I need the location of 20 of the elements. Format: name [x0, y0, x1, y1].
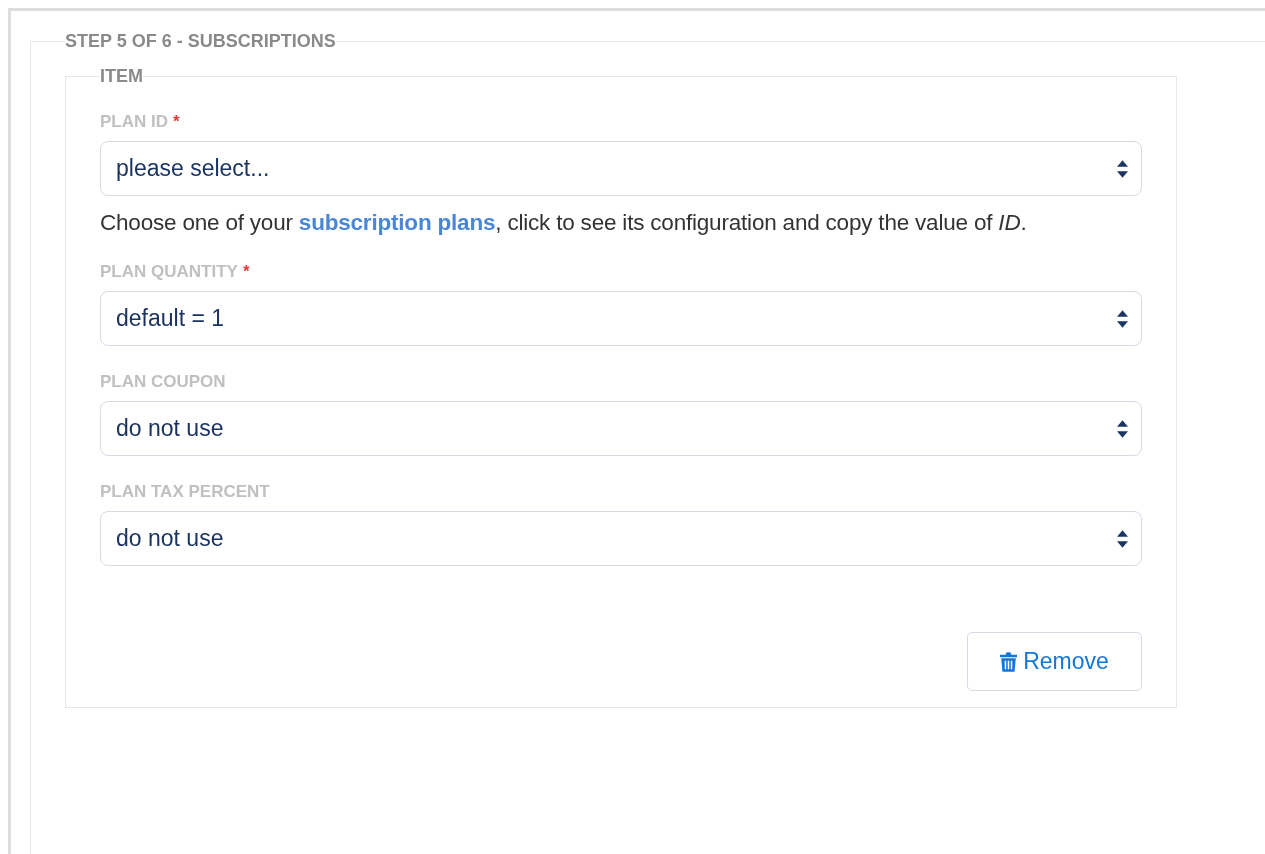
sort-caret-icon — [1117, 528, 1128, 549]
step-title: STEP 5 OF 6 - SUBSCRIPTIONS — [65, 31, 336, 52]
sort-caret-icon — [1117, 418, 1128, 439]
remove-button[interactable]: Remove — [967, 632, 1142, 691]
field-label: PLAN ID — [100, 112, 168, 132]
item-title: ITEM — [100, 66, 143, 87]
select-field[interactable]: do not use — [100, 511, 1142, 566]
sort-caret-icon — [1117, 158, 1128, 179]
select-field[interactable]: please select... — [100, 141, 1142, 196]
select-field[interactable]: do not use — [100, 401, 1142, 456]
plans-link[interactable]: subscription plans — [298, 210, 496, 235]
sort-caret-icon — [1117, 308, 1128, 329]
trash-icon — [1000, 651, 1018, 672]
select-field[interactable]: default = 1 — [100, 291, 1142, 346]
required-mark: * — [242, 262, 250, 282]
required-mark: * — [173, 112, 180, 132]
help-text: Choose one of your subscription plans, click to see its configuration and copy the value of ID. — [100, 210, 1028, 236]
field-label: PLAN COUPON — [100, 372, 226, 392]
field-label: PLAN TAX PERCENT — [100, 482, 270, 502]
field-label: PLAN QUANTITY — [100, 262, 238, 282]
